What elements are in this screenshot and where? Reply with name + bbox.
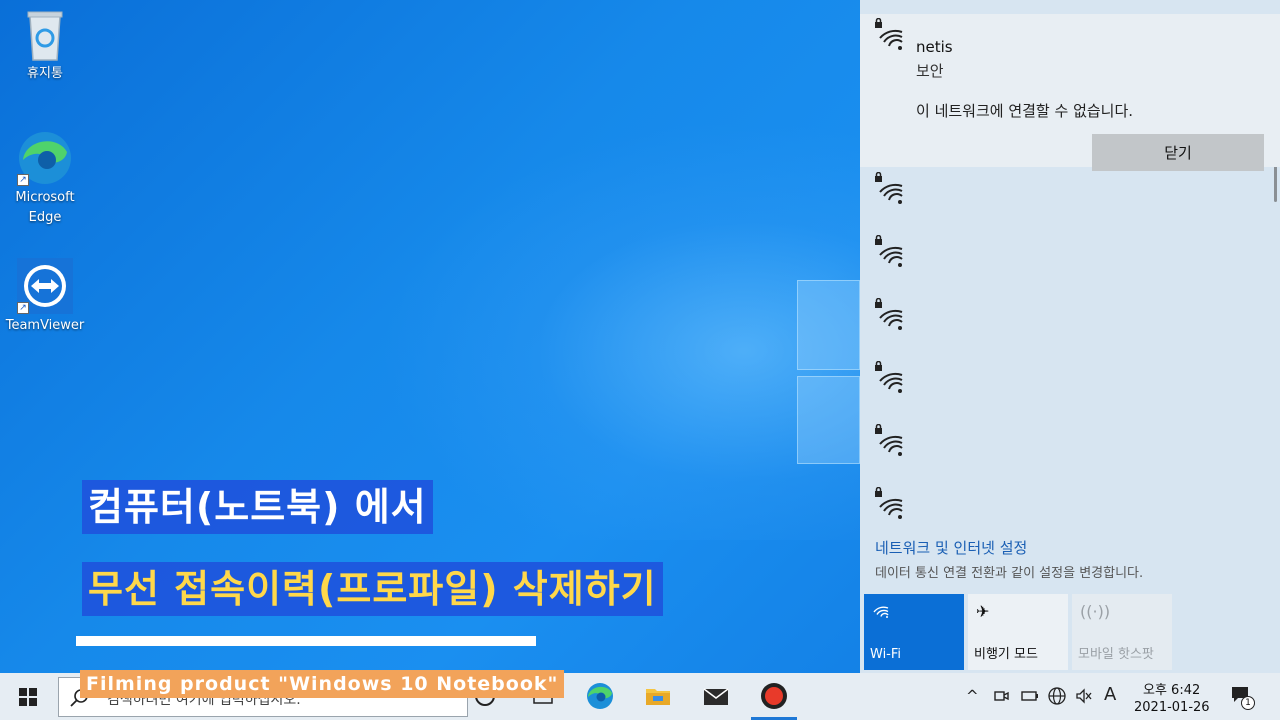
network-security-status: 보안 xyxy=(916,62,944,80)
clock-date[interactable]: 2021-01-26 xyxy=(1134,700,1210,715)
wifi-secured-icon[interactable] xyxy=(872,361,906,395)
desktop-icon-label: 휴지통 xyxy=(27,66,63,81)
desktop-icon-edge[interactable]: ↗ Microsoft Edge xyxy=(0,130,90,228)
tile-label: 모바일 핫스팟 xyxy=(1078,647,1154,662)
desktop-icon-recycle-bin[interactable]: 휴지통 xyxy=(0,6,90,84)
wifi-secured-icon[interactable] xyxy=(872,235,906,269)
recycle-bin-icon xyxy=(22,6,68,62)
battery-icon[interactable] xyxy=(1020,688,1040,704)
quick-action-mobile-hotspot[interactable]: ((·)) 모바일 핫스팟 xyxy=(1072,594,1172,670)
wallpaper-pane xyxy=(797,376,860,464)
wifi-secured-icon[interactable] xyxy=(872,172,906,206)
notification-count-badge: 1 xyxy=(1241,696,1255,710)
wifi-icon xyxy=(872,602,890,622)
desktop-icon-label-line2: Edge xyxy=(28,210,62,225)
tile-label: Wi-Fi xyxy=(870,647,902,662)
close-button[interactable]: 닫기 xyxy=(1092,134,1264,171)
windows-logo-icon xyxy=(19,688,37,706)
wifi-secured-icon[interactable] xyxy=(872,487,906,521)
wifi-secured-icon[interactable] xyxy=(872,298,906,332)
desktop-icon-label: TeamViewer xyxy=(5,318,85,333)
filming-product-label: Filming product "Windows 10 Notebook" xyxy=(80,670,565,698)
mail-icon[interactable] xyxy=(701,681,731,711)
meet-now-icon[interactable] xyxy=(993,688,1009,704)
desktop-icon-teamviewer[interactable]: ↗ TeamViewer xyxy=(0,258,90,336)
wallpaper-pane xyxy=(797,280,860,370)
input-method-indicator[interactable]: A xyxy=(1104,684,1116,705)
edge-icon: ↗ xyxy=(17,130,73,186)
quick-action-airplane-mode[interactable]: ✈ 비행기 모드 xyxy=(968,594,1068,670)
network-name: netis xyxy=(916,38,953,56)
file-explorer-icon[interactable] xyxy=(643,681,673,711)
teamviewer-icon: ↗ xyxy=(17,258,73,314)
volume-muted-icon[interactable] xyxy=(1075,688,1093,704)
notification-center-button[interactable]: 1 xyxy=(1228,681,1258,711)
wifi-secured-icon[interactable] xyxy=(872,424,906,458)
clock-time[interactable]: 오후 6:42 xyxy=(1143,679,1200,698)
wifi-secured-icon xyxy=(875,18,903,50)
tile-label: 비행기 모드 xyxy=(974,647,1038,662)
network-settings-subtitle: 데이터 통신 연결 전환과 같이 설정을 변경합니다. xyxy=(875,566,1144,581)
hotspot-icon: ((·)) xyxy=(1080,602,1111,621)
network-settings-link[interactable]: 네트워크 및 인터넷 설정 xyxy=(875,537,1027,558)
network-globe-icon[interactable] xyxy=(1047,686,1067,706)
caption-divider xyxy=(76,636,536,646)
caption-line1: 컴퓨터(노트북) 에서 xyxy=(82,480,433,534)
network-flyout: netis 보안 이 네트워크에 연결할 수 없습니다. 닫기 네트워크 및 인… xyxy=(860,0,1280,673)
start-button[interactable] xyxy=(0,673,56,720)
shortcut-arrow-icon: ↗ xyxy=(17,302,29,314)
desktop-icon-label-line1: Microsoft xyxy=(15,190,75,205)
show-hidden-icons-chevron-icon[interactable]: ^ xyxy=(966,687,979,705)
screen-recorder-icon[interactable] xyxy=(759,681,789,711)
shortcut-arrow-icon: ↗ xyxy=(17,174,29,186)
edge-taskbar-icon[interactable] xyxy=(585,681,615,711)
caption-line2: 무선 접속이력(프로파일) 삭제하기 xyxy=(82,562,663,616)
quick-action-wifi[interactable]: Wi-Fi xyxy=(864,594,964,670)
network-item-selected[interactable]: netis 보안 이 네트워크에 연결할 수 없습니다. 닫기 xyxy=(860,14,1280,171)
network-error-message: 이 네트워크에 연결할 수 없습니다. xyxy=(916,102,1134,120)
airplane-icon: ✈ xyxy=(976,602,990,621)
